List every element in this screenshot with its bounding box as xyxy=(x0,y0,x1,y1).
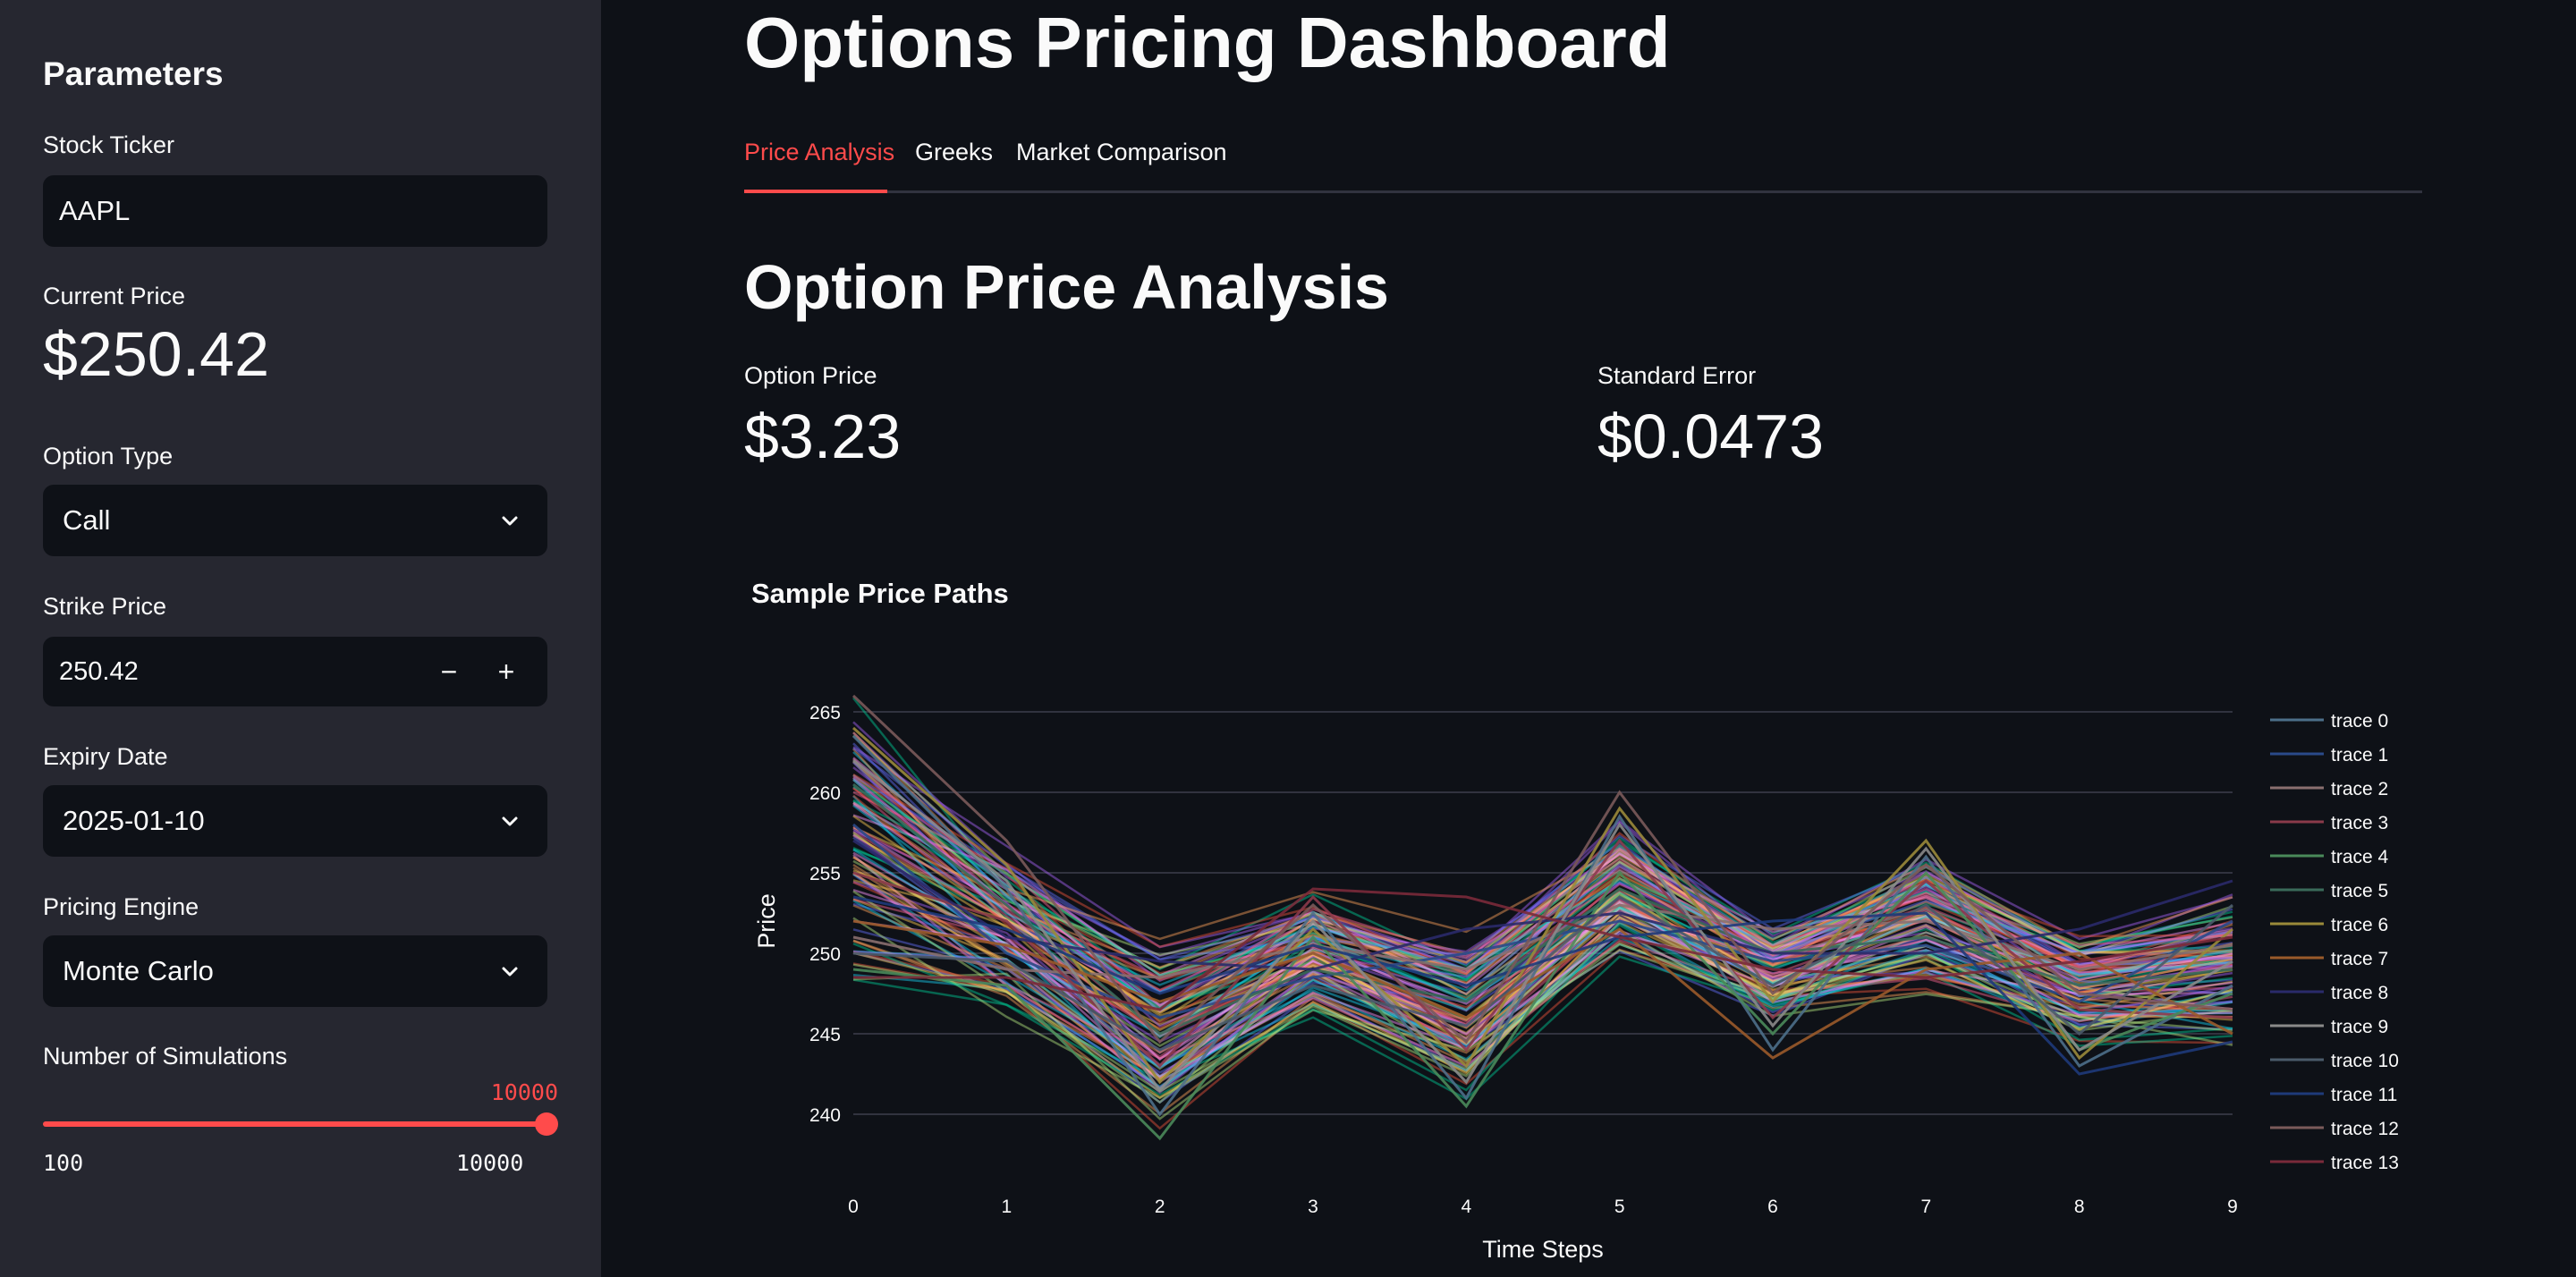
y-tick-label: 250 xyxy=(809,944,841,965)
tab-bar: Price Analysis Greeks Market Comparison xyxy=(744,134,2422,193)
y-tick-label: 260 xyxy=(809,783,841,804)
simulations-slider-track[interactable] xyxy=(43,1121,547,1127)
x-tick-label: 2 xyxy=(1155,1197,1165,1217)
legend-label: trace 9 xyxy=(2331,1017,2388,1037)
pricing-engine-label: Pricing Engine xyxy=(43,893,199,920)
y-axis-label: Price xyxy=(753,893,780,949)
y-tick-label: 240 xyxy=(809,1105,841,1126)
sidebar-title: Parameters xyxy=(43,55,224,92)
expiry-date-select[interactable]: 2025-01-10 xyxy=(43,785,547,857)
legend-label: trace 13 xyxy=(2331,1153,2399,1173)
strike-price-label: Strike Price xyxy=(43,593,167,620)
legend-label: trace 1 xyxy=(2331,745,2388,765)
legend-label: trace 0 xyxy=(2331,711,2388,732)
ticker-label: Stock Ticker xyxy=(43,131,175,158)
page-title: Options Pricing Dashboard xyxy=(744,3,1671,82)
simulations-label: Number of Simulations xyxy=(43,1043,288,1070)
simulations-slider-thumb[interactable] xyxy=(535,1112,558,1136)
tab-greeks[interactable]: Greeks xyxy=(915,134,993,170)
legend-label: trace 7 xyxy=(2331,949,2388,969)
legend-label: trace 6 xyxy=(2331,915,2388,935)
y-tick-label: 245 xyxy=(809,1025,841,1045)
strike-increment-button[interactable]: + xyxy=(478,637,535,706)
x-tick-label: 8 xyxy=(2074,1197,2085,1217)
x-tick-label: 7 xyxy=(1920,1197,1931,1217)
standard-error-value: $0.0473 xyxy=(1597,402,1825,471)
legend-label: trace 5 xyxy=(2331,881,2388,901)
x-tick-label: 4 xyxy=(1461,1197,1471,1217)
legend-label: trace 11 xyxy=(2331,1085,2397,1105)
standard-error-label: Standard Error xyxy=(1597,362,1757,389)
section-title: Option Price Analysis xyxy=(744,252,1389,322)
ticker-input[interactable]: AAPL xyxy=(43,175,547,247)
legend-label: trace 10 xyxy=(2331,1051,2399,1071)
ticker-value: AAPL xyxy=(59,195,131,226)
legend-label: trace 8 xyxy=(2331,983,2388,1003)
x-tick-label: 3 xyxy=(1308,1197,1318,1217)
legend-label: trace 4 xyxy=(2331,847,2389,867)
simulations-slider-max: 10000 xyxy=(456,1150,524,1176)
strike-price-value: 250.42 xyxy=(59,657,139,686)
expiry-date-label: Expiry Date xyxy=(43,743,168,770)
chevron-down-icon xyxy=(502,967,518,977)
pricing-engine-value: Monte Carlo xyxy=(63,955,214,986)
y-tick-label: 255 xyxy=(809,864,841,884)
pricing-engine-select[interactable]: Monte Carlo xyxy=(43,935,547,1007)
y-tick-label: 265 xyxy=(809,703,841,723)
tab-market-comparison[interactable]: Market Comparison xyxy=(1016,134,1227,170)
chart-title: Sample Price Paths xyxy=(751,578,1009,609)
x-tick-label: 9 xyxy=(2227,1197,2238,1217)
option-price-label: Option Price xyxy=(744,362,877,389)
x-tick-label: 6 xyxy=(1767,1197,1778,1217)
chevron-down-icon xyxy=(502,516,518,526)
active-tab-indicator xyxy=(744,190,887,193)
current-price-value: $250.42 xyxy=(43,319,270,389)
x-tick-label: 0 xyxy=(848,1197,859,1217)
legend-label: trace 3 xyxy=(2331,813,2388,833)
option-type-select[interactable]: Call xyxy=(43,485,547,556)
tab-price-analysis[interactable]: Price Analysis xyxy=(744,134,894,170)
sidebar: Parameters Stock Ticker AAPL Current Pri… xyxy=(0,0,601,1277)
option-type-label: Option Type xyxy=(43,443,174,469)
chevron-down-icon xyxy=(502,816,518,826)
option-price-value: $3.23 xyxy=(744,402,902,471)
strike-price-input[interactable]: 250.42 − + xyxy=(43,637,547,706)
current-price-label: Current Price xyxy=(43,283,186,309)
simulations-slider-min: 100 xyxy=(43,1150,84,1176)
legend-label: trace 12 xyxy=(2331,1119,2399,1139)
simulations-slider-value: 10000 xyxy=(490,1079,558,1105)
price-paths-chart: 240 245 250 255 260 265 0 1 2 3 4 5 6 7 8 9 Time Steps Pr… xyxy=(753,694,2399,1263)
option-type-value: Call xyxy=(63,504,111,536)
x-tick-label: 1 xyxy=(1001,1197,1012,1217)
legend-label: trace 2 xyxy=(2331,779,2388,799)
expiry-date-value: 2025-01-10 xyxy=(63,805,205,836)
x-axis-label: Time Steps xyxy=(1482,1236,1604,1263)
x-tick-label: 5 xyxy=(1614,1197,1625,1217)
strike-decrement-button[interactable]: − xyxy=(420,637,478,706)
